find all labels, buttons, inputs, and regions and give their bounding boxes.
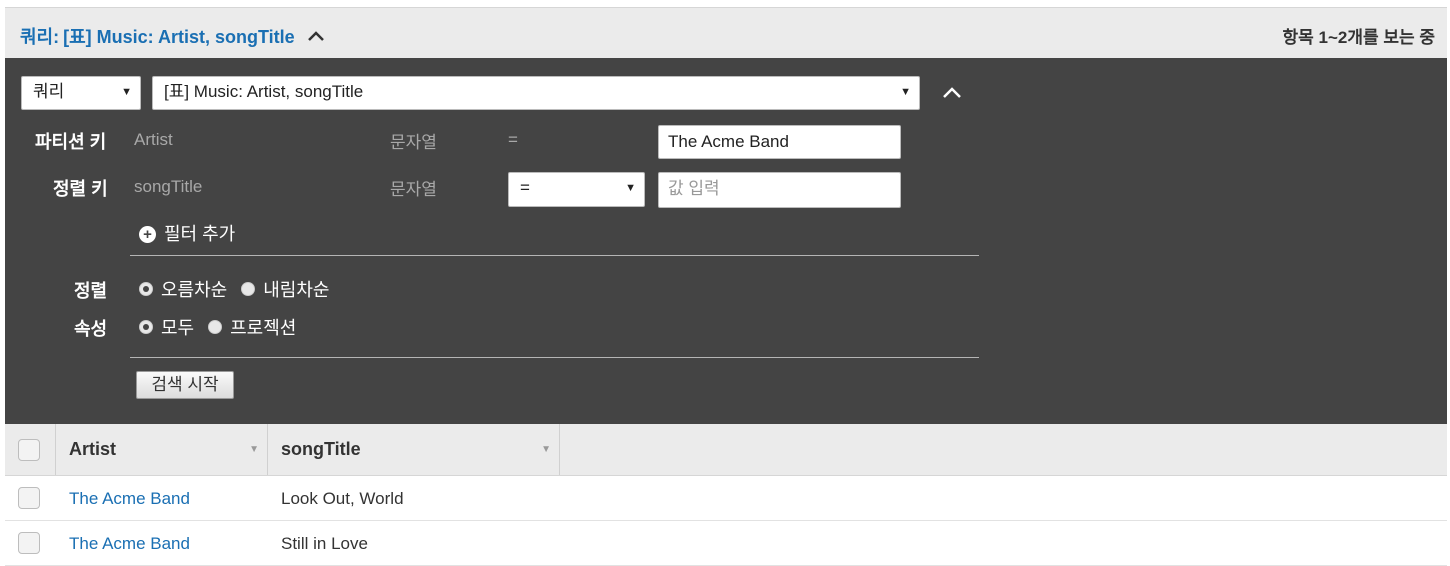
sort-ascending-label: 오름차순: [161, 280, 228, 300]
partition-key-operator: =: [508, 130, 518, 149]
row-checkbox[interactable]: [18, 487, 40, 509]
query-title-prefix: 쿼리:: [20, 27, 60, 47]
row-checkbox[interactable]: [18, 532, 40, 554]
mode-select[interactable]: 쿼리 ▼: [21, 76, 141, 110]
table-header: Artist ▼ songTitle ▼: [5, 424, 1447, 476]
attributes-projection-option[interactable]: 프로젝션: [208, 314, 296, 340]
column-header-artist[interactable]: Artist ▼: [56, 424, 267, 475]
dropdown-arrow-icon: ▼: [121, 86, 132, 98]
mode-select-value: 쿼리: [33, 82, 65, 101]
add-filter-button[interactable]: + 필터 추가: [139, 220, 235, 246]
radio-checked-icon: [139, 320, 153, 334]
table-row[interactable]: The Acme Band Look Out, World: [5, 476, 1447, 521]
sort-key-value-input[interactable]: 값 입력: [658, 172, 901, 208]
dropdown-arrow-icon: ▼: [900, 86, 911, 98]
sort-key-type: 문자열: [390, 180, 437, 199]
chevron-up-icon[interactable]: [305, 26, 327, 46]
chevron-up-icon[interactable]: [942, 85, 962, 101]
sort-key-label: 정렬 키: [53, 179, 108, 199]
query-title[interactable]: 쿼리: [표] Music: Artist, songTitle: [20, 23, 327, 49]
song-title-cell: Look Out, World: [281, 489, 404, 508]
table-row[interactable]: The Acme Band Still in Love: [5, 521, 1447, 566]
partition-key-value-input[interactable]: The Acme Band: [658, 125, 901, 159]
attributes-group: 모두 프로젝션: [139, 314, 310, 340]
table-select-value: [표] Music: Artist, songTitle: [164, 82, 364, 101]
sort-key-attribute: songTitle: [134, 177, 203, 196]
sort-descending-option[interactable]: 내림차순: [241, 276, 330, 302]
divider: [130, 255, 979, 256]
select-all-checkbox[interactable]: [18, 439, 40, 461]
attributes-all-option[interactable]: 모두: [139, 314, 194, 340]
attributes-label: 속성: [74, 319, 108, 339]
sort-order-group: 오름차순 내림차순: [139, 276, 344, 302]
column-header-song-title[interactable]: songTitle ▼: [268, 424, 559, 475]
column-header-song-title-label: songTitle: [281, 439, 361, 459]
attributes-projection-label: 프로젝션: [230, 318, 297, 338]
item-count: 항목 1~2개를 보는 중: [1282, 28, 1436, 47]
sort-arrow-icon: ▼: [249, 444, 259, 455]
radio-unchecked-icon: [208, 320, 223, 334]
attributes-all-label: 모두: [161, 318, 195, 338]
sort-ascending-option[interactable]: 오름차순: [139, 276, 227, 302]
artist-cell[interactable]: The Acme Band: [69, 476, 190, 521]
divider: [130, 357, 979, 358]
partition-key-attribute: Artist: [134, 130, 173, 149]
start-search-button[interactable]: 검색 시작: [136, 371, 234, 399]
song-title-cell: Still in Love: [281, 534, 368, 553]
artist-cell[interactable]: The Acme Band: [69, 521, 190, 566]
sort-key-operator-select[interactable]: = ▼: [508, 172, 645, 207]
table-select[interactable]: [표] Music: Artist, songTitle ▼: [152, 76, 920, 110]
query-title-table: [표] Music: Artist, songTitle: [63, 27, 295, 47]
radio-checked-icon: [139, 282, 153, 296]
query-panel: 쿼리 ▼ [표] Music: Artist, songTitle ▼ 파티션 …: [5, 58, 1447, 424]
column-divider: [559, 424, 560, 475]
query-header-bar: 쿼리: [표] Music: Artist, songTitle 항목 1~2개…: [5, 7, 1447, 58]
sort-order-label: 정렬: [74, 281, 108, 301]
add-filter-label: 필터 추가: [164, 224, 236, 244]
partition-key-label: 파티션 키: [35, 132, 107, 152]
radio-unchecked-icon: [241, 282, 256, 296]
partition-key-type: 문자열: [390, 133, 437, 152]
sort-descending-label: 내림차순: [263, 280, 330, 300]
sort-key-operator-value: =: [520, 178, 530, 197]
sort-arrow-icon: ▼: [541, 444, 551, 455]
dropdown-arrow-icon: ▼: [625, 182, 636, 194]
results-table: Artist ▼ songTitle ▼ The Acme Band Look …: [5, 424, 1447, 566]
column-header-artist-label: Artist: [69, 439, 117, 459]
plus-circle-icon: +: [139, 225, 156, 243]
